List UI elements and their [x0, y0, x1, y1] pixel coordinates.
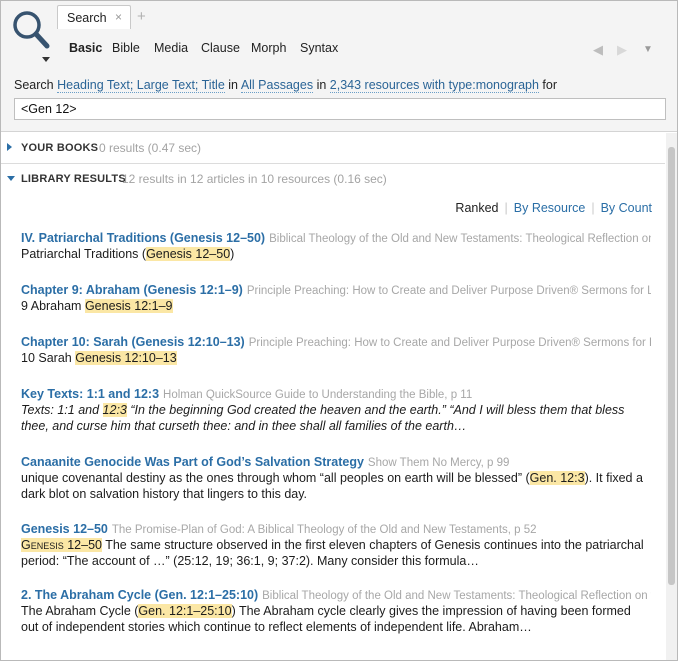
result-heading: Chapter 10: Sarah (Genesis 12:10–13) Prin… — [21, 334, 651, 350]
result-source: The Promise-Plan of God: A Biblical Theo… — [111, 524, 537, 536]
scrollbar-thumb[interactable] — [668, 147, 675, 585]
result-source: Holman QuickSource Guide to Understandin… — [163, 389, 473, 401]
reference-highlight[interactable]: Gen. 12:3 — [529, 471, 585, 485]
chevron-down-icon[interactable]: ▼ — [643, 44, 653, 55]
search-input-box — [14, 98, 666, 120]
result-snippet: Genesis 12–50 The same structure observe… — [21, 538, 644, 568]
back-arrow-icon[interactable]: ◀ — [593, 42, 603, 58]
section-divider — [1, 163, 665, 164]
result-item[interactable]: Key Texts: 1:1 and 12:3 Holman QuickSourc… — [21, 386, 651, 434]
result-title[interactable]: Canaanite Genocide Was Part of God’s Sal… — [21, 455, 364, 469]
result-source: Principle Preaching: How to Create and D… — [246, 285, 651, 297]
mode-basic[interactable]: Basic — [69, 41, 102, 55]
result-heading: Key Texts: 1:1 and 12:3 Holman QuickSourc… — [21, 386, 651, 402]
search-header: Search × + Basic Bible Media Clause Morp… — [1, 1, 677, 132]
result-heading: Canaanite Genocide Was Part of God’s Sal… — [21, 454, 651, 470]
library-results-stats: 12 results in 12 articles in 10 resource… — [122, 172, 387, 186]
result-item[interactable]: Chapter 9: Abraham (Genesis 12:1–9) Princ… — [21, 282, 651, 314]
mode-bible[interactable]: Bible — [112, 41, 140, 55]
reference-highlight[interactable]: Gen. 12:1–25:10 — [138, 604, 232, 618]
result-snippet: Patriarchal Traditions (Genesis 12–50) — [21, 247, 235, 261]
result-item[interactable]: Genesis 12–50 The Promise-Plan of God: A … — [21, 521, 651, 569]
query-prefix: Search — [14, 78, 54, 92]
result-title[interactable]: IV. Patriarchal Traditions (Genesis 12–5… — [21, 231, 265, 245]
result-heading: Genesis 12–50 The Promise-Plan of God: A … — [21, 521, 651, 537]
result-source: Principle Preaching: How to Create and D… — [248, 337, 651, 349]
result-item[interactable]: Canaanite Genocide Was Part of God’s Sal… — [21, 454, 651, 502]
reference-highlight[interactable]: Genesis 12:10–13 — [75, 351, 177, 365]
result-item[interactable]: IV. Patriarchal Traditions (Genesis 12–5… — [21, 230, 651, 262]
query-in-1: in — [228, 78, 239, 92]
mode-clause[interactable]: Clause — [201, 41, 240, 55]
result-snippet: 10 Sarah Genesis 12:10–13 — [21, 351, 177, 365]
tab-search-label: Search — [67, 11, 107, 25]
results-pane: YOUR BOOKS 0 results (0.47 sec) LIBRARY … — [1, 133, 665, 660]
result-title[interactable]: Genesis 12–50 — [21, 522, 108, 536]
result-item[interactable]: Chapter 10: Sarah (Genesis 12:10–13) Prin… — [21, 334, 651, 366]
expand-triangle-icon[interactable] — [7, 143, 12, 151]
sort-ranked[interactable]: Ranked — [455, 201, 498, 215]
field-selector-link[interactable]: Heading Text; Large Text; Title — [57, 78, 225, 93]
result-snippet: 9 Abraham Genesis 12:1–9 — [21, 299, 173, 313]
query-in-2: in — [316, 78, 327, 92]
search-input[interactable] — [15, 99, 665, 119]
result-heading: IV. Patriarchal Traditions (Genesis 12–5… — [21, 230, 651, 246]
result-title[interactable]: Chapter 9: Abraham (Genesis 12:1–9) — [21, 283, 243, 297]
result-source: Show Them No Mercy, p 99 — [367, 457, 510, 469]
collapse-triangle-icon[interactable] — [7, 176, 15, 181]
result-source: Biblical Theology of the Old and New Tes… — [262, 590, 651, 602]
mode-media[interactable]: Media — [154, 41, 188, 55]
result-snippet: The Abraham Cycle (Gen. 12:1–25:10) The … — [21, 604, 631, 634]
reference-highlight[interactable]: Genesis 12–50 — [21, 538, 102, 552]
result-title[interactable]: Key Texts: 1:1 and 12:3 — [21, 387, 159, 401]
history-nav: ◀ ▶ ▼ — [593, 42, 657, 58]
result-snippet: unique covenantal destiny as the ones th… — [21, 471, 643, 501]
reference-highlight[interactable]: Genesis 12:1–9 — [84, 299, 173, 313]
result-item[interactable]: 2. The Abraham Cycle (Gen. 12:1–25:10) Bi… — [21, 587, 651, 635]
resource-collection-link[interactable]: 2,343 resources with type:monograph — [329, 78, 539, 93]
close-icon[interactable]: × — [115, 10, 122, 24]
your-books-stats: 0 results (0.47 sec) — [99, 141, 202, 155]
mode-morph[interactable]: Morph — [251, 41, 286, 55]
library-results-title: LIBRARY RESULTS — [21, 173, 126, 185]
result-title[interactable]: Chapter 10: Sarah (Genesis 12:10–13) — [21, 335, 245, 349]
mode-syntax[interactable]: Syntax — [300, 41, 338, 55]
your-books-title: YOUR BOOKS — [21, 142, 99, 154]
sort-by-count[interactable]: By Count — [601, 201, 652, 215]
query-description: Search Heading Text; Large Text; Title i… — [14, 78, 558, 93]
query-for: for — [542, 78, 558, 92]
result-source: Biblical Theology of the Old and New Tes… — [269, 233, 651, 245]
sort-by-resource[interactable]: By Resource — [514, 201, 586, 215]
result-title[interactable]: 2. The Abraham Cycle (Gen. 12:1–25:10) — [21, 588, 258, 602]
magnifier-menu-icon[interactable] — [9, 7, 57, 63]
forward-arrow-icon[interactable]: ▶ — [617, 42, 627, 58]
reference-highlight[interactable]: 12:3 — [102, 403, 127, 417]
sort-bar: Ranked | By Resource | By Count — [455, 201, 652, 215]
tab-search[interactable]: Search × — [57, 5, 131, 29]
result-heading: 2. The Abraham Cycle (Gen. 12:1–25:10) Bi… — [21, 587, 651, 603]
results-scrollbar[interactable] — [666, 133, 677, 660]
reference-highlight[interactable]: Genesis 12–50 — [146, 247, 231, 261]
plus-icon[interactable]: + — [137, 8, 146, 25]
result-heading: Chapter 9: Abraham (Genesis 12:1–9) Princ… — [21, 282, 651, 298]
result-snippet: Texts: 1:1 and 12:3 “In the beginning Go… — [21, 403, 625, 433]
passage-range-link[interactable]: All Passages — [240, 78, 314, 93]
